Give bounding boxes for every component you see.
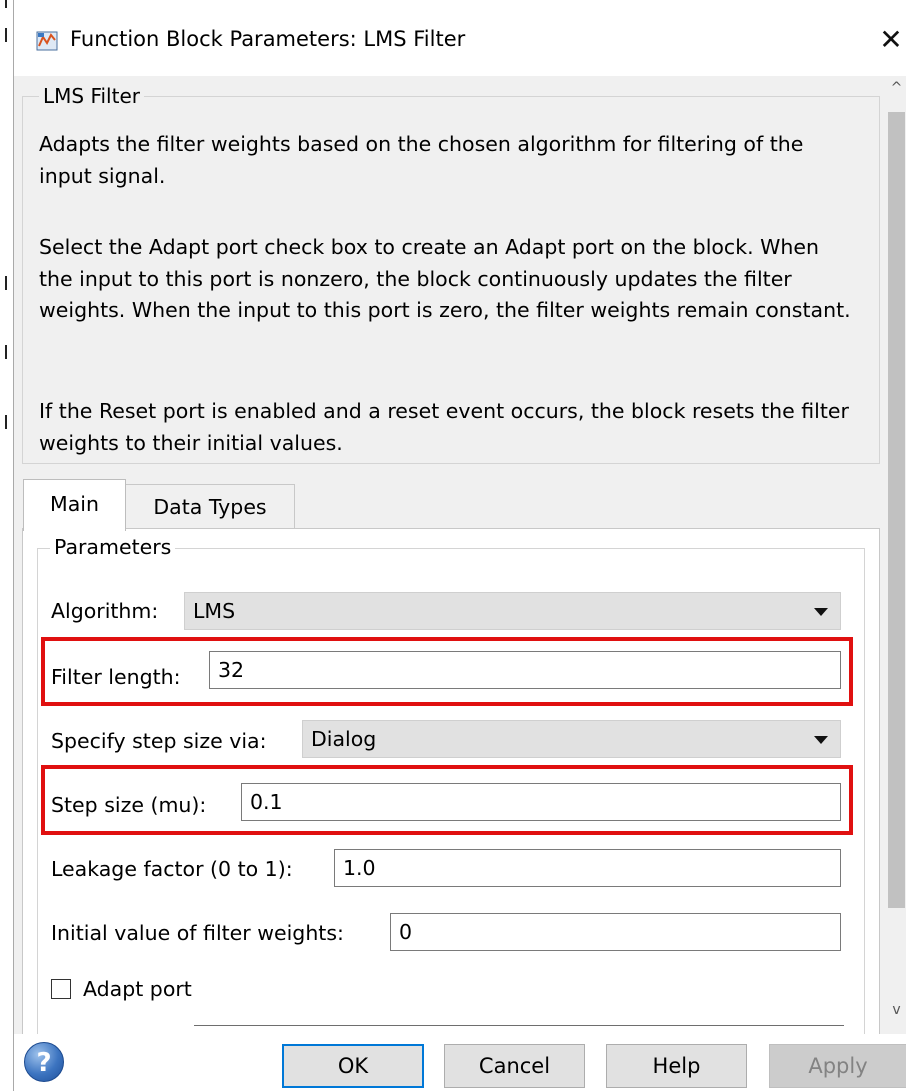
edge-mark [5, 276, 7, 290]
scroll-up-icon[interactable]: ^ [886, 80, 906, 100]
parameters-group-title: Parameters [50, 535, 176, 559]
background-window-edge [0, 0, 14, 1091]
description-paragraph: If the Reset port is enabled and a reset… [39, 399, 849, 455]
filter-length-label: Filter length: [51, 665, 181, 689]
edge-mark [5, 28, 7, 42]
initial-weights-label: Initial value of filter weights: [51, 921, 344, 945]
block-parameters-dialog: Function Block Parameters: LMS Filter ✕ … [13, 0, 906, 1091]
algorithm-dropdown[interactable]: LMS [184, 592, 841, 630]
algorithm-value: LMS [193, 599, 236, 623]
scroll-down-icon[interactable]: v [886, 1002, 906, 1022]
next-field-edge [194, 1025, 844, 1026]
leakage-factor-field[interactable]: 1.0 [334, 849, 841, 887]
step-size-source-value: Dialog [311, 727, 377, 751]
chevron-down-icon [814, 736, 828, 744]
cancel-button[interactable]: Cancel [444, 1044, 585, 1088]
adapt-port-label: Adapt port [83, 977, 192, 1001]
dialog-button-bar: ? OK Cancel Help Apply [14, 1034, 906, 1091]
step-size-source-label: Specify step size via: [51, 729, 267, 753]
initial-weights-field[interactable]: 0 [390, 913, 841, 951]
vertical-scrollbar[interactable]: ^ v [886, 76, 906, 1034]
description-paragraph: Adapts the filter weights based on the c… [39, 132, 804, 188]
filter-length-field[interactable]: 32 [209, 651, 841, 689]
title-bar[interactable]: Function Block Parameters: LMS Filter ✕ [14, 0, 906, 76]
chevron-down-icon [814, 608, 828, 616]
edge-mark [5, 0, 7, 8]
block-description-group: LMS Filter Adapts the filter weights bas… [22, 84, 880, 464]
dialog-content: LMS Filter Adapts the filter weights bas… [14, 76, 886, 1034]
edge-mark [5, 345, 7, 359]
step-size-field[interactable]: 0.1 [241, 783, 841, 821]
window-title: Function Block Parameters: LMS Filter [70, 27, 466, 51]
algorithm-label: Algorithm: [51, 599, 159, 623]
step-size-source-dropdown[interactable]: Dialog [302, 720, 841, 758]
simulink-block-icon [36, 31, 58, 51]
scrollbar-thumb[interactable] [888, 112, 905, 908]
close-icon[interactable]: ✕ [876, 22, 906, 58]
adapt-port-checkbox[interactable] [51, 979, 71, 999]
description-group-title: LMS Filter [39, 84, 144, 108]
tab-data-types[interactable]: Data Types [125, 484, 295, 529]
step-size-label: Step size (mu): [51, 793, 207, 817]
tab-main[interactable]: Main [23, 479, 126, 531]
description-paragraph: Select the Adapt port check box to creat… [39, 235, 851, 322]
ok-button[interactable]: OK [282, 1044, 424, 1088]
apply-button[interactable]: Apply [769, 1044, 906, 1088]
leakage-factor-label: Leakage factor (0 to 1): [51, 857, 293, 881]
help-button[interactable]: Help [606, 1044, 747, 1088]
edge-mark [5, 415, 7, 429]
help-icon[interactable]: ? [24, 1042, 64, 1082]
